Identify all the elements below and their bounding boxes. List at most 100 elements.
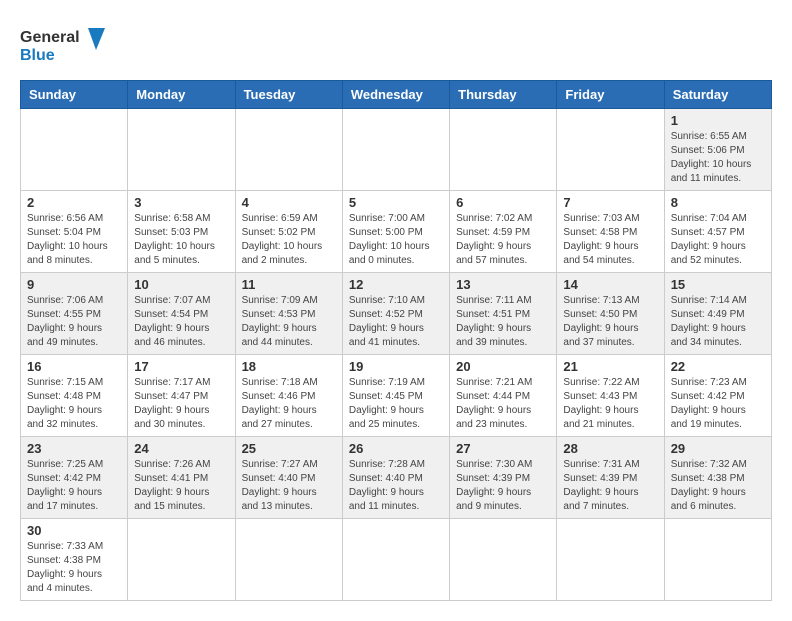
calendar-cell bbox=[235, 519, 342, 601]
day-number: 14 bbox=[563, 277, 657, 292]
calendar-table: SundayMondayTuesdayWednesdayThursdayFrid… bbox=[20, 80, 772, 601]
day-number: 25 bbox=[242, 441, 336, 456]
day-info: Sunrise: 7:22 AM Sunset: 4:43 PM Dayligh… bbox=[563, 376, 657, 432]
day-number: 24 bbox=[134, 441, 228, 456]
day-number: 5 bbox=[349, 195, 443, 210]
day-number: 19 bbox=[349, 359, 443, 374]
day-info: Sunrise: 7:07 AM Sunset: 4:54 PM Dayligh… bbox=[134, 294, 228, 350]
calendar-cell: 5 Sunrise: 7:00 AM Sunset: 5:00 PM Daylig… bbox=[342, 191, 449, 273]
day-number: 11 bbox=[242, 277, 336, 292]
day-number: 6 bbox=[456, 195, 550, 210]
day-info: Sunrise: 7:27 AM Sunset: 4:40 PM Dayligh… bbox=[242, 458, 336, 514]
day-info: Sunrise: 7:10 AM Sunset: 4:52 PM Dayligh… bbox=[349, 294, 443, 350]
calendar-cell: 28Sunrise: 7:31 AM Sunset: 4:39 PM Dayli… bbox=[557, 437, 664, 519]
day-info: Sunrise: 7:32 AM Sunset: 4:38 PM Dayligh… bbox=[671, 458, 765, 514]
day-number: 1 bbox=[671, 113, 765, 128]
calendar-cell: 14 Sunrise: 7:13 AM Sunset: 4:50 PM Dayli… bbox=[557, 273, 664, 355]
day-number: 12 bbox=[349, 277, 443, 292]
calendar-week-1: 1Sunrise: 6:55 AM Sunset: 5:06 PM Daylig… bbox=[21, 109, 772, 191]
day-number: 29 bbox=[671, 441, 765, 456]
calendar-cell bbox=[450, 109, 557, 191]
calendar-week-5: 23 Sunrise: 7:25 AM Sunset: 4:42 PM Dayli… bbox=[21, 437, 772, 519]
logo-area: General Blue bbox=[20, 20, 120, 70]
calendar-cell: 7 Sunrise: 7:03 AM Sunset: 4:58 PM Daylig… bbox=[557, 191, 664, 273]
weekday-monday: Monday bbox=[128, 81, 235, 109]
calendar-cell bbox=[128, 519, 235, 601]
calendar-cell: 30 Sunrise: 7:33 AM Sunset: 4:38 PM Dayli… bbox=[21, 519, 128, 601]
day-number: 23 bbox=[27, 441, 121, 456]
calendar-cell: 24 Sunrise: 7:26 AM Sunset: 4:41 PM Dayli… bbox=[128, 437, 235, 519]
calendar-week-4: 16 Sunrise: 7:15 AM Sunset: 4:48 PM Dayli… bbox=[21, 355, 772, 437]
day-info: Sunrise: 7:02 AM Sunset: 4:59 PM Dayligh… bbox=[456, 212, 550, 268]
svg-text:General: General bbox=[20, 29, 80, 46]
calendar-cell: 2 Sunrise: 6:56 AM Sunset: 5:04 PM Daylig… bbox=[21, 191, 128, 273]
day-info: Sunrise: 7:33 AM Sunset: 4:38 PM Dayligh… bbox=[27, 540, 121, 596]
calendar-cell: 13 Sunrise: 7:11 AM Sunset: 4:51 PM Dayli… bbox=[450, 273, 557, 355]
calendar-body: 1Sunrise: 6:55 AM Sunset: 5:06 PM Daylig… bbox=[21, 109, 772, 601]
day-number: 7 bbox=[563, 195, 657, 210]
calendar-cell: 1Sunrise: 6:55 AM Sunset: 5:06 PM Daylig… bbox=[664, 109, 771, 191]
calendar-cell bbox=[235, 109, 342, 191]
day-info: Sunrise: 7:06 AM Sunset: 4:55 PM Dayligh… bbox=[27, 294, 121, 350]
calendar-cell: 22 Sunrise: 7:23 AM Sunset: 4:42 PM Dayli… bbox=[664, 355, 771, 437]
day-info: Sunrise: 7:00 AM Sunset: 5:00 PM Dayligh… bbox=[349, 212, 443, 268]
day-info: Sunrise: 7:21 AM Sunset: 4:44 PM Dayligh… bbox=[456, 376, 550, 432]
day-info: Sunrise: 7:23 AM Sunset: 4:42 PM Dayligh… bbox=[671, 376, 765, 432]
day-number: 13 bbox=[456, 277, 550, 292]
weekday-saturday: Saturday bbox=[664, 81, 771, 109]
day-info: Sunrise: 6:56 AM Sunset: 5:04 PM Dayligh… bbox=[27, 212, 121, 268]
calendar-cell: 17 Sunrise: 7:17 AM Sunset: 4:47 PM Dayli… bbox=[128, 355, 235, 437]
calendar-cell: 4Sunrise: 6:59 AM Sunset: 5:02 PM Daylig… bbox=[235, 191, 342, 273]
day-info: Sunrise: 7:26 AM Sunset: 4:41 PM Dayligh… bbox=[134, 458, 228, 514]
day-number: 21 bbox=[563, 359, 657, 374]
day-info: Sunrise: 7:28 AM Sunset: 4:40 PM Dayligh… bbox=[349, 458, 443, 514]
day-number: 18 bbox=[242, 359, 336, 374]
day-info: Sunrise: 7:14 AM Sunset: 4:49 PM Dayligh… bbox=[671, 294, 765, 350]
calendar-cell: 11 Sunrise: 7:09 AM Sunset: 4:53 PM Dayli… bbox=[235, 273, 342, 355]
day-number: 2 bbox=[27, 195, 121, 210]
calendar-cell bbox=[557, 519, 664, 601]
calendar-cell: 25 Sunrise: 7:27 AM Sunset: 4:40 PM Dayli… bbox=[235, 437, 342, 519]
calendar-cell: 3Sunrise: 6:58 AM Sunset: 5:03 PM Daylig… bbox=[128, 191, 235, 273]
calendar-cell: 15 Sunrise: 7:14 AM Sunset: 4:49 PM Dayli… bbox=[664, 273, 771, 355]
day-info: Sunrise: 7:03 AM Sunset: 4:58 PM Dayligh… bbox=[563, 212, 657, 268]
calendar-cell: 16 Sunrise: 7:15 AM Sunset: 4:48 PM Dayli… bbox=[21, 355, 128, 437]
day-number: 22 bbox=[671, 359, 765, 374]
day-number: 16 bbox=[27, 359, 121, 374]
day-info: Sunrise: 7:15 AM Sunset: 4:48 PM Dayligh… bbox=[27, 376, 121, 432]
calendar-cell: 21 Sunrise: 7:22 AM Sunset: 4:43 PM Dayli… bbox=[557, 355, 664, 437]
day-number: 20 bbox=[456, 359, 550, 374]
day-number: 9 bbox=[27, 277, 121, 292]
weekday-tuesday: Tuesday bbox=[235, 81, 342, 109]
calendar-week-3: 9 Sunrise: 7:06 AM Sunset: 4:55 PM Daylig… bbox=[21, 273, 772, 355]
calendar-week-2: 2 Sunrise: 6:56 AM Sunset: 5:04 PM Daylig… bbox=[21, 191, 772, 273]
calendar-cell: 12 Sunrise: 7:10 AM Sunset: 4:52 PM Dayli… bbox=[342, 273, 449, 355]
day-info: Sunrise: 7:13 AM Sunset: 4:50 PM Dayligh… bbox=[563, 294, 657, 350]
calendar-cell: 27Sunrise: 7:30 AM Sunset: 4:39 PM Dayli… bbox=[450, 437, 557, 519]
svg-text:Blue: Blue bbox=[20, 47, 55, 64]
day-info: Sunrise: 7:09 AM Sunset: 4:53 PM Dayligh… bbox=[242, 294, 336, 350]
calendar-cell bbox=[342, 519, 449, 601]
calendar-header: SundayMondayTuesdayWednesdayThursdayFrid… bbox=[21, 81, 772, 109]
day-info: Sunrise: 7:19 AM Sunset: 4:45 PM Dayligh… bbox=[349, 376, 443, 432]
day-info: Sunrise: 7:17 AM Sunset: 4:47 PM Dayligh… bbox=[134, 376, 228, 432]
calendar-cell: 23 Sunrise: 7:25 AM Sunset: 4:42 PM Dayli… bbox=[21, 437, 128, 519]
day-info: Sunrise: 7:18 AM Sunset: 4:46 PM Dayligh… bbox=[242, 376, 336, 432]
day-info: Sunrise: 7:25 AM Sunset: 4:42 PM Dayligh… bbox=[27, 458, 121, 514]
calendar-cell: 9 Sunrise: 7:06 AM Sunset: 4:55 PM Daylig… bbox=[21, 273, 128, 355]
day-info: Sunrise: 7:30 AM Sunset: 4:39 PM Dayligh… bbox=[456, 458, 550, 514]
calendar-cell bbox=[21, 109, 128, 191]
weekday-header-row: SundayMondayTuesdayWednesdayThursdayFrid… bbox=[21, 81, 772, 109]
calendar-cell bbox=[557, 109, 664, 191]
day-number: 30 bbox=[27, 523, 121, 538]
day-number: 15 bbox=[671, 277, 765, 292]
calendar-cell: 6 Sunrise: 7:02 AM Sunset: 4:59 PM Daylig… bbox=[450, 191, 557, 273]
calendar-cell: 20 Sunrise: 7:21 AM Sunset: 4:44 PM Dayli… bbox=[450, 355, 557, 437]
day-number: 17 bbox=[134, 359, 228, 374]
day-info: Sunrise: 7:11 AM Sunset: 4:51 PM Dayligh… bbox=[456, 294, 550, 350]
calendar-cell: 8Sunrise: 7:04 AM Sunset: 4:57 PM Daylig… bbox=[664, 191, 771, 273]
calendar-cell bbox=[342, 109, 449, 191]
page-header: General Blue bbox=[20, 20, 772, 70]
day-info: Sunrise: 7:04 AM Sunset: 4:57 PM Dayligh… bbox=[671, 212, 765, 268]
day-number: 3 bbox=[134, 195, 228, 210]
